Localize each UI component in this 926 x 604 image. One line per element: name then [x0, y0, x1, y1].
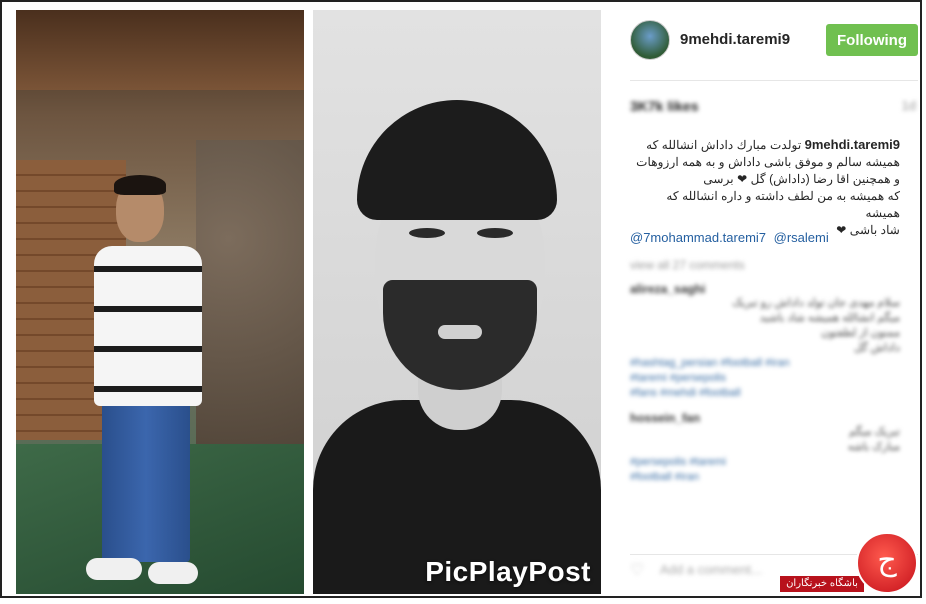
comment: alireza_saghi سلام مهدی جان تولد داداش ر… — [630, 282, 900, 401]
site-banner: باشگاه خبرنگاران — [780, 576, 864, 592]
person-shirt — [94, 246, 202, 406]
awning-backdrop — [16, 10, 304, 90]
caption-line: و همچنین اقا رضا (داداش) گل ❤ برسی — [703, 172, 900, 186]
person-jeans — [102, 402, 190, 562]
comment-text: تبریک میگم — [848, 426, 900, 438]
comment-text: مبارک باشه — [847, 441, 900, 453]
mention-link[interactable]: @rsalemi — [774, 230, 829, 245]
portrait-eye-right — [477, 228, 513, 238]
heart-icon[interactable]: ♡ — [630, 560, 646, 579]
news-logo-icon: ج — [856, 532, 918, 594]
person-shoe-right — [148, 562, 198, 584]
picplaypost-watermark: PicPlayPost — [425, 556, 591, 587]
comment: hossein_fan تبریک میگم مبارک باشه #perse… — [630, 411, 900, 485]
portrait-mouth — [438, 325, 482, 339]
comment-text: سلام مهدی جان تولد داداش رو تبریک — [732, 297, 900, 309]
time-ago: 1d — [901, 98, 916, 113]
comment-text: داداش گل — [854, 342, 900, 354]
comment-user[interactable]: alireza_saghi — [630, 282, 900, 296]
post-frame: PicPlayPost 9mehdi.taremi9 Following 3K7… — [0, 0, 922, 598]
post-photo-right[interactable]: PicPlayPost — [313, 10, 601, 594]
comment-hashtags[interactable]: #persepolis #taremi — [630, 455, 900, 470]
following-button[interactable]: Following — [826, 24, 918, 56]
caption-line: همیشه سالم و موفق باشی داداش و به همه ار… — [636, 155, 900, 169]
comment-hashtags[interactable]: #taremi #persepolis — [630, 371, 900, 386]
avatar[interactable] — [630, 20, 670, 60]
comment-text: میگم انشالله همیشه شاد باشید — [759, 312, 900, 324]
comments-list: view all 27 comments alireza_saghi سلام … — [630, 258, 900, 495]
comment-text: ممنون از لطفتون — [821, 327, 900, 339]
person-hair — [114, 175, 166, 195]
comment-hashtags[interactable]: #football #iran — [630, 470, 900, 485]
post-caption: 9mehdi.taremi9 تولدت مبارك داداش انشالله… — [630, 136, 900, 239]
header-divider — [630, 80, 918, 81]
post-photo-left[interactable] — [16, 10, 304, 594]
comment-hashtags[interactable]: #fans #mehdi #football — [630, 386, 900, 401]
username-link[interactable]: 9mehdi.taremi9 — [680, 31, 790, 48]
add-comment-input[interactable]: Add a comment... — [660, 562, 762, 577]
post-header: 9mehdi.taremi9 Following — [614, 10, 920, 70]
caption-line: كه همیشه به من لطف داشته و داره انشالله … — [666, 189, 900, 220]
likes-count[interactable]: 3K7k likes — [630, 98, 699, 114]
person-shoe-left — [86, 558, 142, 580]
stone-wall-backdrop — [196, 140, 304, 470]
comment-hashtags[interactable]: #hashtag_persian #football #iran — [630, 356, 900, 371]
caption-line: شاد باشی ❤ — [836, 223, 900, 237]
caption-line: تولدت مبارك داداش انشالله كه — [646, 138, 802, 152]
portrait-eye-left — [409, 228, 445, 238]
mention-link[interactable]: @7mohammad.taremi7 — [630, 230, 766, 245]
view-all-comments-link[interactable]: view all 27 comments — [630, 258, 900, 272]
caption-author[interactable]: 9mehdi.taremi9 — [805, 137, 900, 152]
comment-user[interactable]: hossein_fan — [630, 411, 900, 425]
portrait-cap — [357, 100, 557, 220]
post-side-panel: 9mehdi.taremi9 Following 3K7k likes 1d 9… — [614, 10, 920, 598]
caption-mentions: @7mohammad.taremi7 @rsalemi — [630, 230, 833, 245]
